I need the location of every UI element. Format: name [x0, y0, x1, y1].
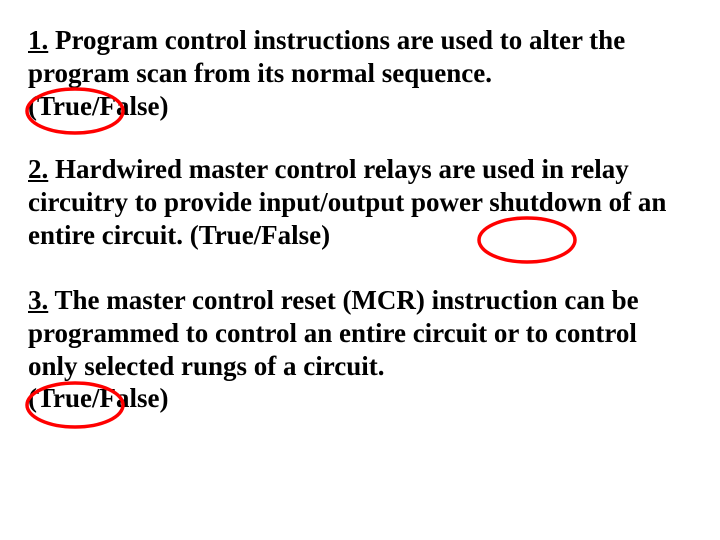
question-3-number: 3. — [28, 285, 48, 315]
question-2-text: Hardwired master control relays are used… — [28, 154, 666, 250]
question-3: 3. The master control reset (MCR) instru… — [28, 284, 692, 416]
question-3-truefalse: (True/False) — [28, 383, 168, 413]
question-1-text: Program control instructions are used to… — [28, 25, 625, 88]
slide: 1. Program control instructions are used… — [0, 0, 720, 540]
question-2-truefalse: (True/False) — [190, 220, 330, 250]
question-2-number: 2. — [28, 154, 48, 184]
question-1-number: 1. — [28, 25, 48, 55]
question-3-text: The master control reset (MCR) instructi… — [28, 285, 639, 381]
question-1-truefalse: (True/False) — [28, 91, 168, 121]
question-1: 1. Program control instructions are used… — [28, 24, 692, 123]
circle-answer-q2 — [472, 213, 582, 267]
question-2: 2. Hardwired master control relays are u… — [28, 153, 692, 252]
